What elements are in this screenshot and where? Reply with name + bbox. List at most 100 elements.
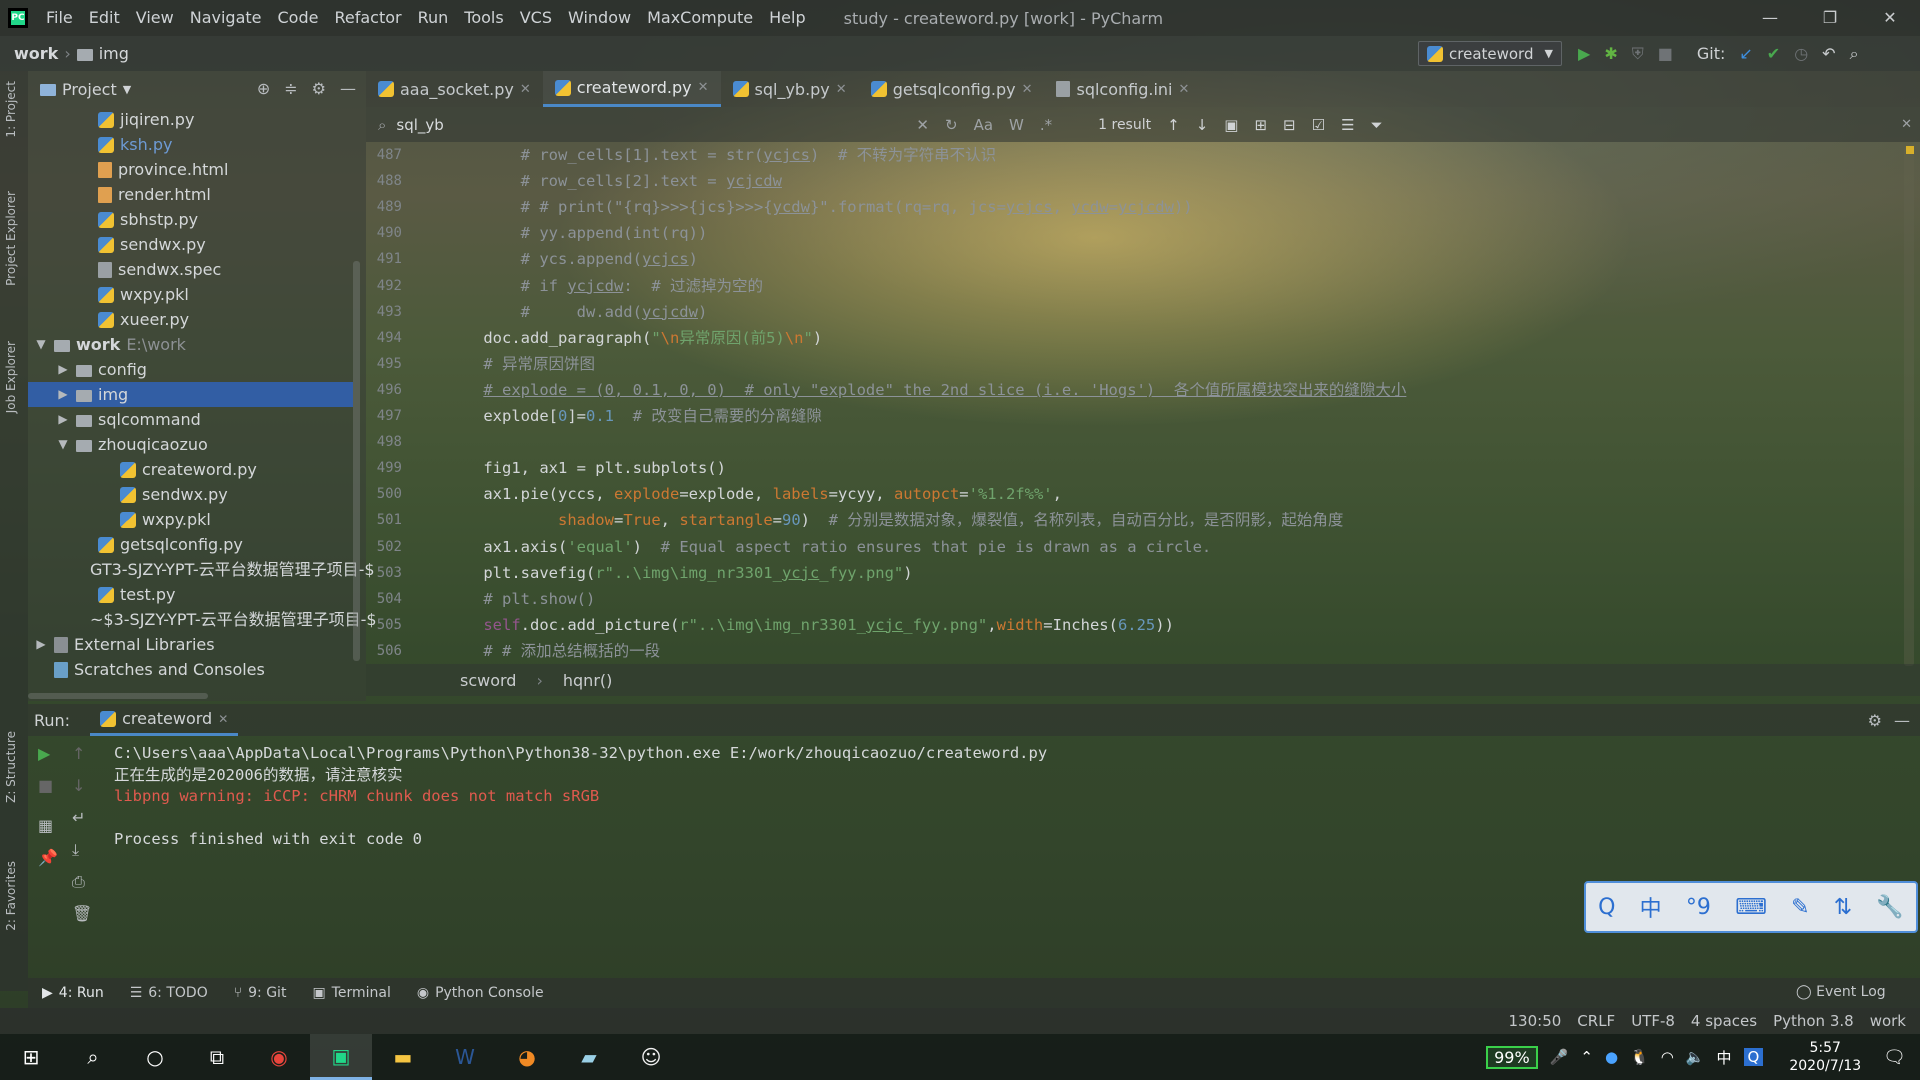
pycharm-taskbar-icon[interactable]: ▣ — [310, 1034, 372, 1080]
tab-aaa_socket-py[interactable]: aaa_socket.py ✕ — [366, 71, 543, 107]
menu-code[interactable]: Code — [270, 0, 327, 36]
tree-item[interactable]: getsqlconfig.py — [28, 532, 353, 557]
tab-project[interactable]: 1: Project — [4, 81, 18, 138]
editor-scrollbar[interactable] — [1904, 146, 1914, 666]
git-commit-icon[interactable]: ✔ — [1767, 44, 1780, 63]
locate-icon[interactable]: ⊕ — [257, 79, 270, 98]
menu-tools[interactable]: Tools — [456, 0, 511, 36]
close-icon[interactable]: ✕ — [1860, 0, 1920, 36]
file-explorer-icon[interactable]: ▬ — [372, 1034, 434, 1080]
menu-help[interactable]: Help — [761, 0, 813, 36]
cortana-icon[interactable]: ○ — [124, 1034, 186, 1080]
ime-indicator[interactable]: 中 — [1717, 1047, 1732, 1068]
close-tab-icon[interactable]: ✕ — [1179, 82, 1190, 97]
project-title[interactable]: Project — [62, 80, 117, 99]
tab-structure[interactable]: Z: Structure — [4, 731, 18, 803]
breadcrumb-class[interactable]: scword — [460, 671, 516, 690]
status-item[interactable]: 4 spaces — [1691, 1012, 1757, 1030]
code-line[interactable]: # row_cells[2].text = ycjcdw — [446, 168, 782, 194]
menu-edit[interactable]: Edit — [81, 0, 128, 36]
code-line[interactable]: ax1.pie(yccs, explode=explode, labels=yc… — [446, 481, 1062, 507]
code-line[interactable]: doc.add_paragraph("\n异常原因(前5)\n") — [446, 325, 822, 351]
status-item[interactable]: 130:50 — [1509, 1012, 1562, 1030]
tab-createword-py[interactable]: createword.py ✕ — [542, 71, 721, 107]
regex-toggle[interactable]: .* — [1040, 116, 1052, 134]
status-item[interactable]: CRLF — [1577, 1012, 1615, 1030]
tree-item[interactable]: sbhstp.py — [28, 207, 353, 232]
tool-tab[interactable]: ☰ 6: TODO — [130, 985, 208, 1001]
breadcrumb-function[interactable]: hqnr() — [563, 671, 613, 690]
tree-item[interactable]: jiqiren.py — [28, 107, 353, 132]
code-line[interactable]: explode[0]=0.1 # 改变自己需要的分离缝隙 — [446, 403, 822, 429]
run-tab-createword[interactable]: createword ✕ — [90, 704, 239, 736]
close-tab-icon[interactable]: ✕ — [836, 82, 847, 97]
menu-maxcompute[interactable]: MaxCompute — [639, 0, 761, 36]
tree-item[interactable]: ▼ work E:\work — [28, 332, 353, 357]
coverage-icon[interactable]: ⛨ — [1632, 44, 1644, 64]
chevron-up-icon[interactable]: ⌃ — [1580, 1048, 1593, 1066]
tab-project-explorer[interactable]: Project Explorer — [4, 191, 18, 286]
code-line[interactable]: self.doc.add_picture(r"..\img\img_nr3301… — [446, 612, 1174, 638]
tree-item[interactable]: ▶ sqlcommand — [28, 407, 353, 432]
ime-tool-icon[interactable]: ⇅ — [1834, 895, 1852, 920]
close-tab-icon[interactable]: ✕ — [1022, 82, 1033, 97]
code-line[interactable]: # dw.add(ycjcdw) — [446, 299, 708, 325]
tree-item[interactable]: ▶ img — [28, 382, 353, 407]
tree-item[interactable]: xueer.py — [28, 307, 353, 332]
git-update-icon[interactable]: ↙ — [1739, 44, 1752, 63]
close-tab-icon[interactable]: ✕ — [698, 80, 709, 95]
tool-tab[interactable]: ▣ Terminal — [312, 985, 390, 1001]
menu-vcs[interactable]: VCS — [512, 0, 560, 36]
tree-item[interactable]: sendwx.py — [28, 232, 353, 257]
menu-refactor[interactable]: Refactor — [326, 0, 409, 36]
chevron-right-icon[interactable]: ▶ — [56, 357, 70, 382]
network-app-icon[interactable]: ● — [1605, 1048, 1618, 1066]
browser-icon[interactable]: ◕ — [496, 1034, 558, 1080]
code-line[interactable]: shadow=True, startangle=90) # 分别是数据对象，爆裂… — [446, 507, 1343, 533]
settings-icon[interactable]: ☰ — [1341, 116, 1354, 134]
tree-item[interactable]: GT3-SJZY-YPT-云平台数据管理子项目-$ — [28, 557, 375, 582]
ime-tool-icon[interactable]: °9 — [1686, 895, 1711, 920]
tool-tab[interactable]: ⑂ 9: Git — [234, 985, 287, 1001]
search-everywhere-icon[interactable]: ⌕ — [1850, 44, 1859, 64]
tree-item[interactable]: ▼ zhouqicaozuo — [28, 432, 353, 457]
run-config-select[interactable]: createword ▼ — [1418, 41, 1562, 66]
close-find-icon[interactable]: ✕ — [1901, 117, 1912, 132]
code-editor[interactable]: # row_cells[1].text = str(ycjcs) # 不转为字符… — [446, 142, 1906, 664]
task-view-icon[interactable]: ⧉ — [186, 1034, 248, 1080]
console-output[interactable]: C:\Users\aaa\AppData\Local\Programs\Pyth… — [100, 736, 1900, 976]
close-tab-icon[interactable]: ✕ — [218, 712, 228, 726]
status-item[interactable]: Python 3.8 — [1773, 1012, 1854, 1030]
code-line[interactable]: # 异常原因饼图 — [446, 351, 595, 377]
trash-icon[interactable]: 🗑 — [72, 904, 92, 923]
code-line[interactable]: ax1.axis('equal') # Equal aspect ratio e… — [446, 534, 1211, 560]
hide-icon[interactable]: — — [1894, 711, 1910, 730]
event-log-button[interactable]: ◯ Event Log — [1796, 984, 1886, 1000]
code-line[interactable]: # ycs.append(ycjcs) — [446, 246, 698, 272]
tree-item[interactable]: ▶ config — [28, 357, 353, 382]
notification-icon[interactable]: 🗨 — [1883, 1047, 1906, 1068]
tool-tab[interactable]: ▶ 4: Run — [42, 985, 104, 1001]
stop-icon[interactable]: ■ — [1658, 44, 1673, 63]
hide-icon[interactable]: — — [340, 79, 356, 98]
ime-tool-icon[interactable]: 中 — [1640, 891, 1662, 923]
match-case-toggle[interactable]: Aa — [974, 116, 993, 134]
search-icon[interactable]: ⌕ — [62, 1034, 124, 1080]
clock[interactable]: 5:57 2020/7/13 — [1789, 1039, 1861, 1075]
chevron-down-icon[interactable]: ▼ — [123, 83, 131, 96]
menu-window[interactable]: Window — [560, 0, 639, 36]
scroll-to-end-icon[interactable]: ⤓ — [72, 840, 79, 860]
tree-item[interactable]: ~$3-SJZY-YPT-云平台数据管理子项目-$ — [28, 607, 377, 632]
menu-view[interactable]: View — [128, 0, 182, 36]
status-item[interactable]: work — [1870, 1012, 1906, 1030]
run-icon[interactable]: ▶ — [1578, 44, 1590, 63]
volume-icon[interactable]: 🔈 — [1686, 1048, 1705, 1066]
layout-icon[interactable]: ▦ — [38, 816, 53, 835]
menu-file[interactable]: File — [38, 0, 81, 36]
debug-icon[interactable]: ✱ — [1604, 44, 1617, 63]
chevron-down-icon[interactable]: ▼ — [34, 332, 48, 357]
restore-icon[interactable]: ❐ — [1800, 0, 1860, 36]
up-icon[interactable]: ↑ — [72, 744, 85, 763]
tree-item[interactable]: province.html — [28, 157, 353, 182]
battery-indicator[interactable]: 99% — [1486, 1045, 1538, 1069]
